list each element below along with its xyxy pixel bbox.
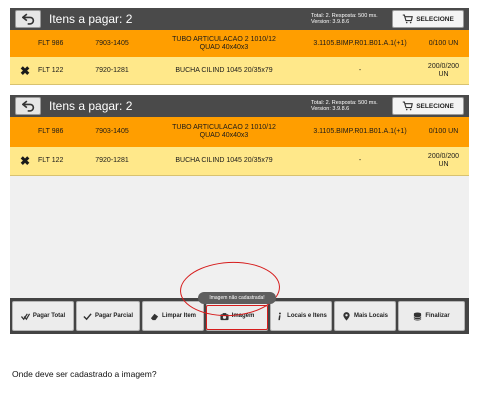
row-flt: FLT 986 [38,128,64,135]
row-qty: 200/0/200 UN [420,63,467,79]
row-code: 7920-1281 [95,157,129,164]
row-code: 7903-1405 [95,128,129,135]
row-desc: BUCHA CILIND 1045 20/35x79 [175,66,273,74]
row-ref: 3.1105.BIMP.R01.B01.A.1(+1) [313,39,407,47]
table-row[interactable]: ✖ FLT 122 7920-1281 BUCHA CILIND 1045 20… [10,57,469,85]
row-ref: - [358,66,362,74]
limpar-item-label: Limpar Item [161,313,196,319]
row-desc: TUBO ARTICULACAO 2 1010/12 QUAD 40x40x3 [150,124,298,140]
pagar-total-button[interactable]: Pagar Total [12,301,74,331]
pagar-parcial-button[interactable]: Pagar Parcial [76,301,140,331]
row-qty-line2: UN [438,161,449,168]
row-qty: 0/100 UN [428,128,459,135]
select-label: SELECIONE [416,102,454,110]
double-check-icon [20,312,30,320]
question-text: Onde deve ser cadastrado a imagem? [12,369,157,379]
row-desc-line2: QUAD 40x40x3 [199,43,249,51]
delete-mark-icon[interactable]: ✖ [18,65,32,77]
row-flt: FLT 986 [38,39,64,47]
row-qty: 200/0/200 UN [420,153,467,169]
row-desc-line1: TUBO ARTICULACAO 2 1010/12 [172,124,276,131]
page-title-preview: Itens a pagar: 2 [49,12,133,26]
row-ref: 3.1105.BIMP.R01.B01.A.1(+1) [313,128,407,135]
row-qty-line2: UN [438,70,449,78]
select-button-preview[interactable]: SELECIONE [392,10,464,28]
row-code: 7920-1281 [95,66,129,74]
database-icon [413,311,422,321]
locais-itens-label: Locais e Itens [287,313,327,319]
response-meta: Total: 2. Resposta: 500 ms. Version: 3.9… [311,100,378,113]
meta-version: Version: 3.9.8.6 [311,106,350,112]
row-qty-line1: 200/0/200 [427,153,460,160]
table-row[interactable]: ✖ FLT 122 7920-1281 BUCHA CILIND 1045 20… [10,147,469,176]
locais-itens-button[interactable]: Locais e Itens [270,301,332,331]
row-desc: BUCHA CILIND 1045 20/35x79 [175,157,273,164]
location-pin-icon [343,311,350,321]
row-desc-line2: QUAD 40x40x3 [199,132,249,139]
page-title: Itens a pagar: 2 [49,99,133,113]
back-button-preview[interactable] [15,10,41,28]
select-button[interactable]: SELECIONE [392,97,464,115]
row-ref: - [358,157,362,164]
row-desc: TUBO ARTICULACAO 2 1010/12 QUAD 40x40x3 [150,36,298,52]
finalizar-button[interactable]: Finalizar [398,301,465,331]
row-flt: FLT 122 [38,157,64,164]
response-meta-preview: Total: 2. Resposta: 500 ms. Version: 3.9… [311,13,378,26]
row-qty: 0/100 UN [428,39,459,47]
table-row[interactable]: FLT 986 7903-1405 TUBO ARTICULACAO 2 101… [10,117,469,147]
row-code: 7903-1405 [95,39,129,47]
check-icon [83,312,92,320]
mais-locais-button[interactable]: Mais Locais [334,301,396,331]
cart-icon [403,101,414,111]
back-arrow-icon [21,13,34,25]
app-header: Itens a pagar: 2 Total: 2. Resposta: 500… [10,95,469,117]
pagar-total-label: Pagar Total [32,313,66,319]
row-qty-line1: 200/0/200 [427,62,460,70]
row-desc-line1: TUBO ARTICULACAO 2 1010/12 [172,35,276,43]
back-button[interactable] [15,97,41,115]
row-flt: FLT 122 [38,66,64,74]
toast-message: Imagem não cadastrada! [198,292,276,304]
app-header-preview: Itens a pagar: 2 Total: 2. Resposta: 500… [10,8,469,30]
eraser-icon [150,313,159,320]
meta-version: Version: 3.9.8.6 [311,19,350,25]
info-icon [278,311,282,320]
mais-locais-label: Mais Locais [353,313,388,319]
table-row[interactable]: FLT 986 7903-1405 TUBO ARTICULACAO 2 101… [10,30,469,57]
select-label: SELECIONE [416,15,454,23]
delete-mark-icon[interactable]: ✖ [18,155,32,167]
annotation-box [206,305,268,330]
cart-icon [403,14,414,24]
pagar-parcial-label: Pagar Parcial [94,313,134,319]
back-arrow-icon [21,100,34,112]
finalizar-label: Finalizar [425,313,450,319]
